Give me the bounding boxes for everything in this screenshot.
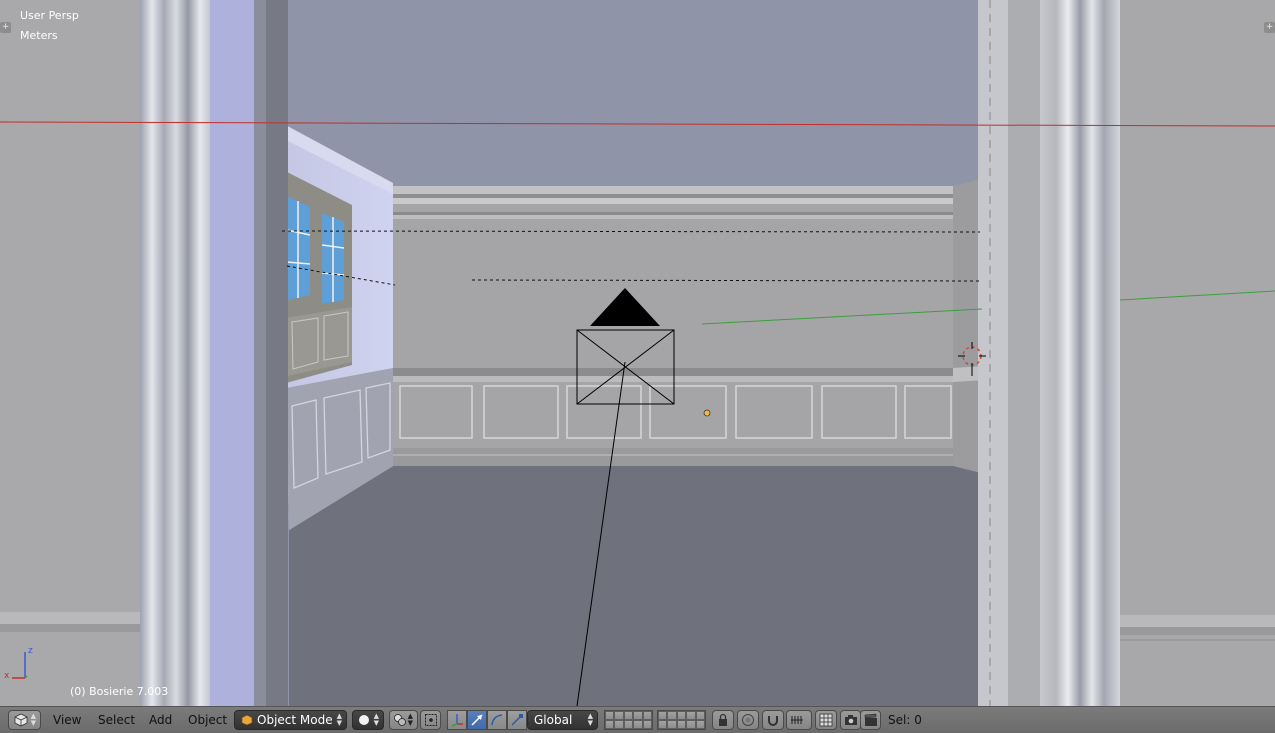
render-animation-button[interactable] <box>860 710 881 730</box>
magnet-icon <box>768 716 778 726</box>
snap-increment-icon <box>791 716 803 724</box>
manipulator-axes-icon <box>451 714 463 727</box>
toolshelf-toggle-icon[interactable]: + <box>0 22 11 33</box>
view-name-label: User Persp <box>20 9 79 22</box>
3d-view-header: ▲ ▼ View Select Add Object Object Mode ▲ ▼… <box>0 706 1275 733</box>
3d-viewport[interactable]: z x User Persp Meters (0) Bosierie 7.003… <box>0 0 1275 706</box>
editor-type-selector[interactable]: ▲ ▼ <box>8 710 41 730</box>
translate-manipulator-button[interactable] <box>467 710 487 730</box>
only-origins-toggle[interactable] <box>420 710 441 730</box>
pivot-circles-icon <box>394 714 406 726</box>
snap-element-selector[interactable] <box>786 710 812 730</box>
transform-orientation-selector[interactable]: Global ▲ ▼ <box>527 710 598 730</box>
menu-add[interactable]: Add <box>149 710 172 730</box>
scale-arrow-icon <box>511 714 523 726</box>
sphere-solid-icon <box>359 715 369 725</box>
viewport-shading-selector[interactable]: ▲ ▼ <box>352 710 384 730</box>
camera-icon <box>845 715 857 725</box>
scene-render: z x <box>0 0 1275 706</box>
menu-object[interactable]: Object <box>188 710 227 730</box>
manipulate-center-icon <box>425 714 437 726</box>
snap-grid-icon <box>819 713 833 727</box>
units-label: Meters <box>20 29 58 42</box>
menu-view[interactable]: View <box>53 710 81 730</box>
proportional-editing-button[interactable] <box>737 710 759 730</box>
snap-toggle-button[interactable] <box>762 710 784 730</box>
scale-manipulator-button[interactable] <box>507 710 527 730</box>
mode-label: Object Mode <box>257 713 333 727</box>
selection-status: Sel: 0 <box>888 713 922 727</box>
lock-icon <box>719 713 727 726</box>
render-opengl-button[interactable] <box>840 710 861 730</box>
orientation-label: Global <box>534 713 573 727</box>
menu-select[interactable]: Select <box>98 710 135 730</box>
svg-text:z: z <box>28 646 33 656</box>
cube-icon <box>14 713 28 727</box>
proportional-circle-icon <box>742 714 754 726</box>
layers-group-1[interactable] <box>604 710 653 730</box>
snap-target-button[interactable] <box>815 710 837 730</box>
lock-layers-button[interactable] <box>712 710 734 730</box>
pivot-point-selector[interactable]: ▲ ▼ <box>389 710 418 730</box>
arrow-icon <box>471 714 483 726</box>
clapperboard-icon <box>864 713 877 726</box>
mode-selector[interactable]: Object Mode ▲ ▼ <box>234 710 347 730</box>
manipulator-toggle[interactable] <box>447 710 467 730</box>
rotate-arc-icon <box>491 714 503 726</box>
layers-group-2[interactable] <box>657 710 706 730</box>
active-object-info: (0) Bosierie 7.003 <box>70 685 169 698</box>
svg-text:x: x <box>4 671 10 681</box>
object-cube-icon <box>241 714 253 726</box>
properties-toggle-icon[interactable]: + <box>1264 22 1275 33</box>
rotate-manipulator-button[interactable] <box>487 710 507 730</box>
